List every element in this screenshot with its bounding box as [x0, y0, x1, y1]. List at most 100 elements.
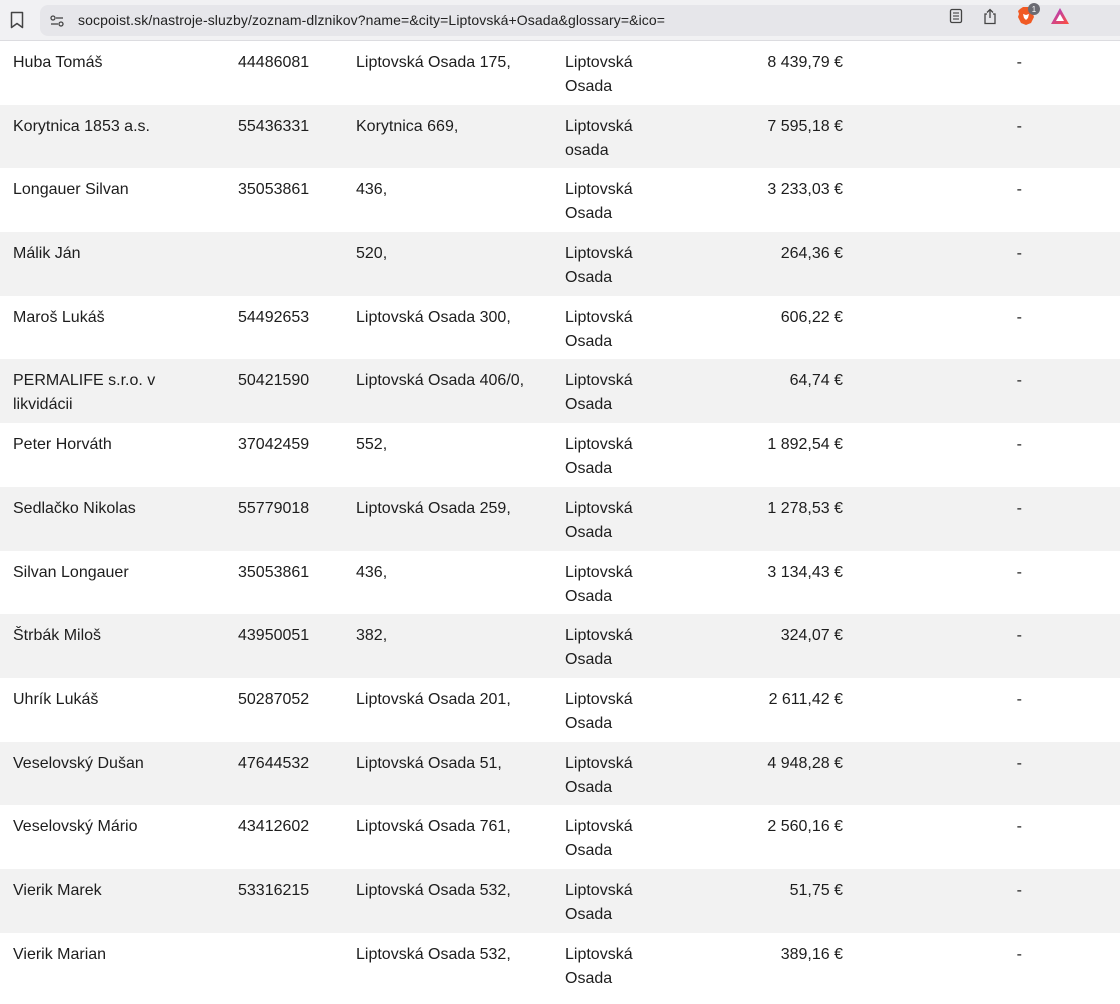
debt-amount: 51,75 € [789, 881, 843, 899]
table-row: Maroš Lukáš 54492653 Liptovská Osada 300, L… [0, 296, 1120, 360]
debt-amount: 64,74 € [789, 372, 843, 390]
debt-amount: 606,22 € [780, 308, 843, 326]
debtor-name: Silvan Longauer [13, 563, 129, 581]
debt-note: - [1016, 245, 1022, 263]
debt-amount: 2 560,16 € [767, 818, 843, 836]
debtor-city: Liptovská osada [565, 117, 633, 159]
debt-amount: 389,16 € [780, 945, 843, 963]
debtor-ico: 37042459 [238, 436, 310, 454]
debt-amount: 1 892,54 € [767, 436, 843, 454]
debtor-ico: 44486081 [238, 54, 310, 71]
debtor-ico [238, 933, 356, 997]
share-icon[interactable] [980, 6, 1000, 26]
debt-note: - [1016, 308, 1022, 326]
site-settings-icon[interactable] [49, 13, 65, 29]
debtor-name: Korytnica 1853 a.s. [13, 117, 150, 135]
debtor-name: Vierik Marek [13, 881, 102, 899]
table-row: Longauer Silvan 35053861 436, Liptovská Osa… [0, 168, 1120, 232]
debtor-city: Liptovská Osada [565, 499, 633, 541]
debtor-city: Liptovská Osada [565, 563, 633, 605]
table-row: Sedlačko Nikolas 55779018 Liptovská Osada … [0, 486, 1120, 551]
debt-note: - [1016, 54, 1022, 71]
debtor-ico: 50421590 [238, 372, 310, 390]
debtor-name: Veselovský Mário [13, 818, 138, 836]
debtor-address: Liptovská Osada 175, [356, 54, 511, 71]
debtor-name: Maroš Lukáš [13, 308, 105, 326]
debtor-city: Liptovská Osada [565, 54, 633, 95]
debt-note: - [1016, 881, 1022, 899]
debt-note: - [1016, 181, 1022, 199]
reader-mode-icon[interactable] [946, 6, 966, 26]
table-row: Korytnica 1853 a.s. 55436331 Korytnica 669… [0, 104, 1120, 169]
debtor-ico: 53316215 [238, 881, 310, 899]
debtor-city: Liptovská Osada [565, 754, 633, 796]
debtor-city: Liptovská Osada [565, 690, 633, 732]
debtor-city: Liptovská Osada [565, 881, 633, 923]
table-row: Veselovský Dušan 47644532 Liptovská Osada … [0, 741, 1120, 806]
table-row: Málik Ján 520, Liptovská Osada 264,36 € - [0, 232, 1120, 296]
debt-note: - [1016, 117, 1022, 135]
debt-note: - [1016, 499, 1022, 517]
url-text[interactable]: socpoist.sk/nastroje-sluzby/zoznam-dlzni… [78, 12, 665, 28]
debtor-ico: 55436331 [238, 117, 310, 135]
shields-count-badge: 1 [1028, 3, 1040, 15]
debt-amount: 7 595,18 € [767, 117, 843, 135]
debtor-ico: 54492653 [238, 308, 310, 326]
table-row: Huba Tomáš 44486081 Liptovská Osada 175, Li… [0, 41, 1120, 105]
debt-amount: 324,07 € [780, 627, 843, 645]
table-row: Silvan Longauer 35053861 436, Liptovská Osa… [0, 551, 1120, 615]
debtor-ico [238, 232, 356, 296]
debt-note: - [1016, 690, 1022, 708]
debt-amount: 3 233,03 € [767, 181, 843, 199]
table-row: PERMALIFE s.r.o. v likvidácii 50421590 Lip… [0, 359, 1120, 424]
table-row: Vierik Marian Liptovská Osada 532, Liptovs… [0, 933, 1120, 997]
debtor-address: Liptovská Osada 300, [356, 308, 511, 326]
debtor-address: Liptovská Osada 532, [356, 945, 511, 963]
debtor-ico: 55779018 [238, 499, 310, 517]
debtor-address: Liptovská Osada 761, [356, 818, 511, 836]
debtor-address: 382, [356, 627, 388, 645]
debt-amount: 8 439,79 € [767, 54, 843, 71]
debt-amount: 4 948,28 € [767, 754, 843, 772]
debtor-address: Liptovská Osada 259, [356, 499, 511, 517]
debtors-table: Huba Tomáš 44486081 Liptovská Osada 175, Li… [0, 41, 1120, 996]
debtor-name: Peter Horváth [13, 436, 112, 454]
debtor-name: Štrbák Miloš [13, 627, 102, 645]
debt-amount: 1 278,53 € [767, 499, 843, 517]
bookmark-icon[interactable] [8, 9, 26, 31]
debt-note: - [1016, 627, 1022, 645]
debtor-name: Vierik Marian [13, 945, 107, 963]
page-content: Huba Tomáš 44486081 Liptovská Osada 175, Li… [0, 41, 1120, 1004]
table-row: Vierik Marek 53316215 Liptovská Osada 532,… [0, 868, 1120, 933]
debtor-address: 520, [356, 245, 388, 263]
debtor-name: Uhrík Lukáš [13, 690, 99, 708]
table-row: Uhrík Lukáš 50287052 Liptovská Osada 201, L… [0, 678, 1120, 742]
debt-amount: 3 134,43 € [767, 563, 843, 581]
table-row: Peter Horváth 37042459 552, Liptovská Osada… [0, 423, 1120, 487]
debtor-name: Málik Ján [13, 245, 81, 263]
debtor-ico: 35053861 [238, 563, 310, 581]
debtor-name: Sedlačko Nikolas [13, 499, 136, 517]
debt-note: - [1016, 754, 1022, 772]
debtors-table-body: Huba Tomáš 44486081 Liptovská Osada 175, Li… [0, 41, 1120, 996]
debtor-address: Korytnica 669, [356, 117, 459, 135]
debt-note: - [1016, 818, 1022, 836]
debtor-city: Liptovská Osada [565, 372, 633, 414]
debt-amount: 264,36 € [780, 245, 843, 263]
debtor-address: 436, [356, 181, 388, 199]
debtor-city: Liptovská Osada [565, 627, 633, 669]
debtor-city: Liptovská Osada [565, 308, 633, 350]
debtor-city: Liptovská Osada [565, 181, 633, 223]
brave-rewards-icon[interactable] [1050, 6, 1070, 26]
debtor-address: Liptovská Osada 406/0, [356, 372, 525, 390]
debt-note: - [1016, 372, 1022, 390]
debtor-name: Longauer Silvan [13, 181, 129, 199]
debtor-ico: 50287052 [238, 690, 310, 708]
debtor-address: Liptovská Osada 51, [356, 754, 502, 772]
debtor-ico: 43950051 [238, 627, 310, 645]
debtor-ico: 35053861 [238, 181, 310, 199]
debtor-address: Liptovská Osada 201, [356, 690, 511, 708]
debt-note: - [1016, 945, 1022, 963]
debtor-name: Veselovský Dušan [13, 754, 144, 772]
debtor-city: Liptovská Osada [565, 245, 633, 287]
